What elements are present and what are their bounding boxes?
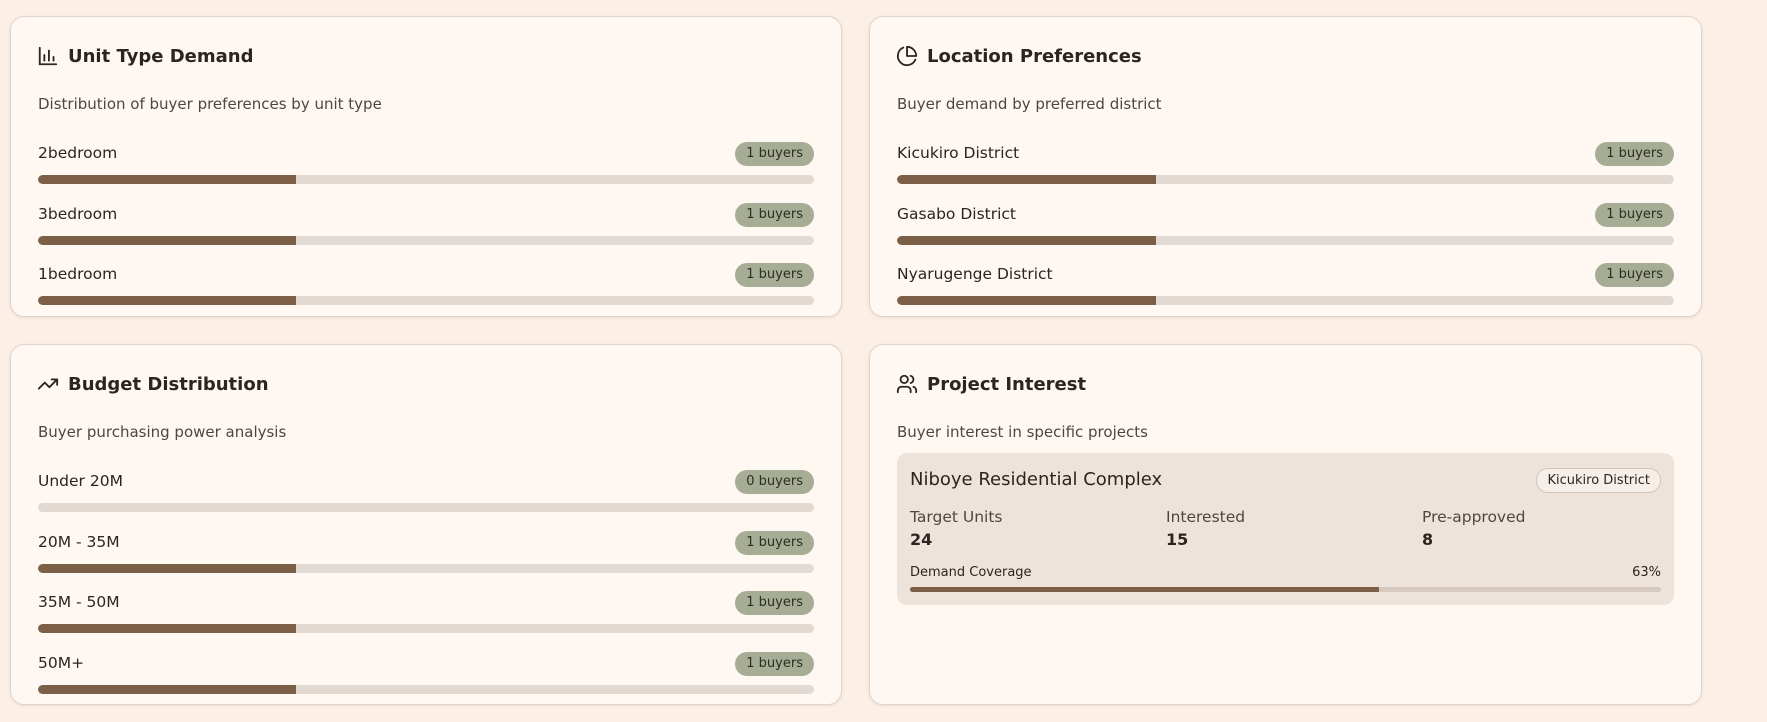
row-label: Gasabo District [897,204,1017,223]
budget-row: 35M - 50M 1 buyers [38,574,814,635]
unit-type-demand-card: Unit Type Demand Distribution of buyer p… [10,16,842,317]
progress-fill [38,624,297,633]
buyers-count-badge: 1 buyers [735,651,814,676]
row-label: 50M+ [38,653,85,672]
card-header: Location Preferences [896,45,1142,67]
buyers-count-badge: 1 buyers [735,591,814,615]
card-title: Unit Type Demand [68,45,254,67]
progress-bar [38,624,814,633]
card-header: Unit Type Demand [37,45,253,67]
buyers-count-badge: 1 buyers [1595,142,1674,166]
buyers-count-badge: 1 buyers [1595,263,1674,287]
stat-label: Pre-approved [1422,508,1526,526]
row-label: 1bedroom [38,265,118,283]
card-subtitle: Distribution of buyer preferences by uni… [38,95,382,113]
row-label: 3bedroom [38,204,118,223]
demand-coverage-label: Demand Coverage [910,565,1032,580]
buyers-count-badge: 1 buyers [735,202,814,227]
budget-row: Under 20M 0 buyers [38,453,814,514]
unit-type-row: 2bedroom 1 buyers [38,125,814,186]
stat-label: Interested [1166,508,1246,526]
demand-coverage-fill [910,587,1380,592]
unit-type-list: 2bedroom 1 buyers 3bedroom 1 buyers 1bed… [38,125,814,307]
stat-value: 15 [1166,530,1189,549]
row-label: Kicukiro District [897,144,1020,162]
stat-value: 8 [1422,530,1434,549]
row-label: 2bedroom [38,144,118,162]
progress-bar [38,235,814,245]
progress-bar [38,684,814,694]
card-subtitle: Buyer purchasing power analysis [38,423,287,441]
row-label: 20M - 35M [38,532,120,551]
budget-distribution-card: Budget Distribution Buyer purchasing pow… [10,344,842,705]
pie-chart-icon [896,45,918,66]
stat-value: 24 [910,530,933,549]
unit-type-row: 3bedroom 1 buyers [38,186,814,247]
progress-bar [897,296,1674,305]
progress-bar [38,175,814,184]
progress-bar [897,235,1674,245]
district-badge: Kicukiro District [1536,468,1661,493]
demand-coverage-bar [910,587,1661,592]
location-row: Nyarugenge District 1 buyers [897,246,1674,307]
progress-fill [38,684,297,694]
row-label: 35M - 50M [38,593,120,611]
row-label: Under 20M [38,472,123,490]
progress-bar [897,175,1674,184]
progress-fill [38,296,297,305]
progress-fill [897,296,1156,305]
card-title: Project Interest [927,373,1087,395]
buyers-count-badge: 1 buyers [1595,202,1674,227]
budget-row: 20M - 35M 1 buyers [38,514,814,575]
location-list: Kicukiro District 1 buyers Gasabo Distri… [897,125,1674,307]
card-subtitle: Buyer demand by preferred district [897,95,1162,113]
budget-row: 50M+ 1 buyers [38,635,814,696]
buyers-count-badge: 1 buyers [735,263,814,287]
card-subtitle: Buyer interest in specific projects [897,423,1148,441]
project-interest-card: Project Interest Buyer interest in speci… [869,344,1702,705]
card-title: Location Preferences [927,45,1142,67]
pre-approved-stat: Pre-approved 8 [1422,508,1525,549]
card-header: Project Interest [896,373,1086,395]
bar-chart-icon [38,46,58,66]
progress-fill [897,175,1156,184]
users-icon [896,374,918,394]
progress-fill [38,235,297,245]
project-item[interactable]: Niboye Residential Complex Kicukiro Dist… [897,453,1674,605]
stat-label: Target Units [910,508,1003,526]
location-row: Gasabo District 1 buyers [897,186,1674,247]
row-label: Nyarugenge District [897,265,1053,283]
progress-fill [897,235,1156,245]
location-row: Kicukiro District 1 buyers [897,125,1674,186]
project-name: Niboye Residential Complex [910,469,1163,490]
interested-stat: Interested 15 [1166,508,1245,549]
progress-fill [38,175,297,184]
unit-type-row: 1bedroom 1 buyers [38,246,814,307]
buyers-count-badge: 1 buyers [735,530,814,555]
progress-bar [38,296,814,305]
budget-list: Under 20M 0 buyers 20M - 35M 1 buyers 35… [38,453,814,695]
demand-coverage-value: 63% [1632,565,1661,580]
progress-bar [38,563,814,573]
progress-bar [38,503,814,512]
buyers-count-badge: 0 buyers [735,470,814,494]
buyers-count-badge: 1 buyers [735,142,814,166]
target-units-stat: Target Units 24 [910,508,1003,549]
location-preferences-card: Location Preferences Buyer demand by pre… [869,16,1702,317]
progress-fill [38,563,297,573]
trending-up-icon [37,378,59,390]
card-title: Budget Distribution [68,373,269,395]
card-header: Budget Distribution [37,373,269,395]
